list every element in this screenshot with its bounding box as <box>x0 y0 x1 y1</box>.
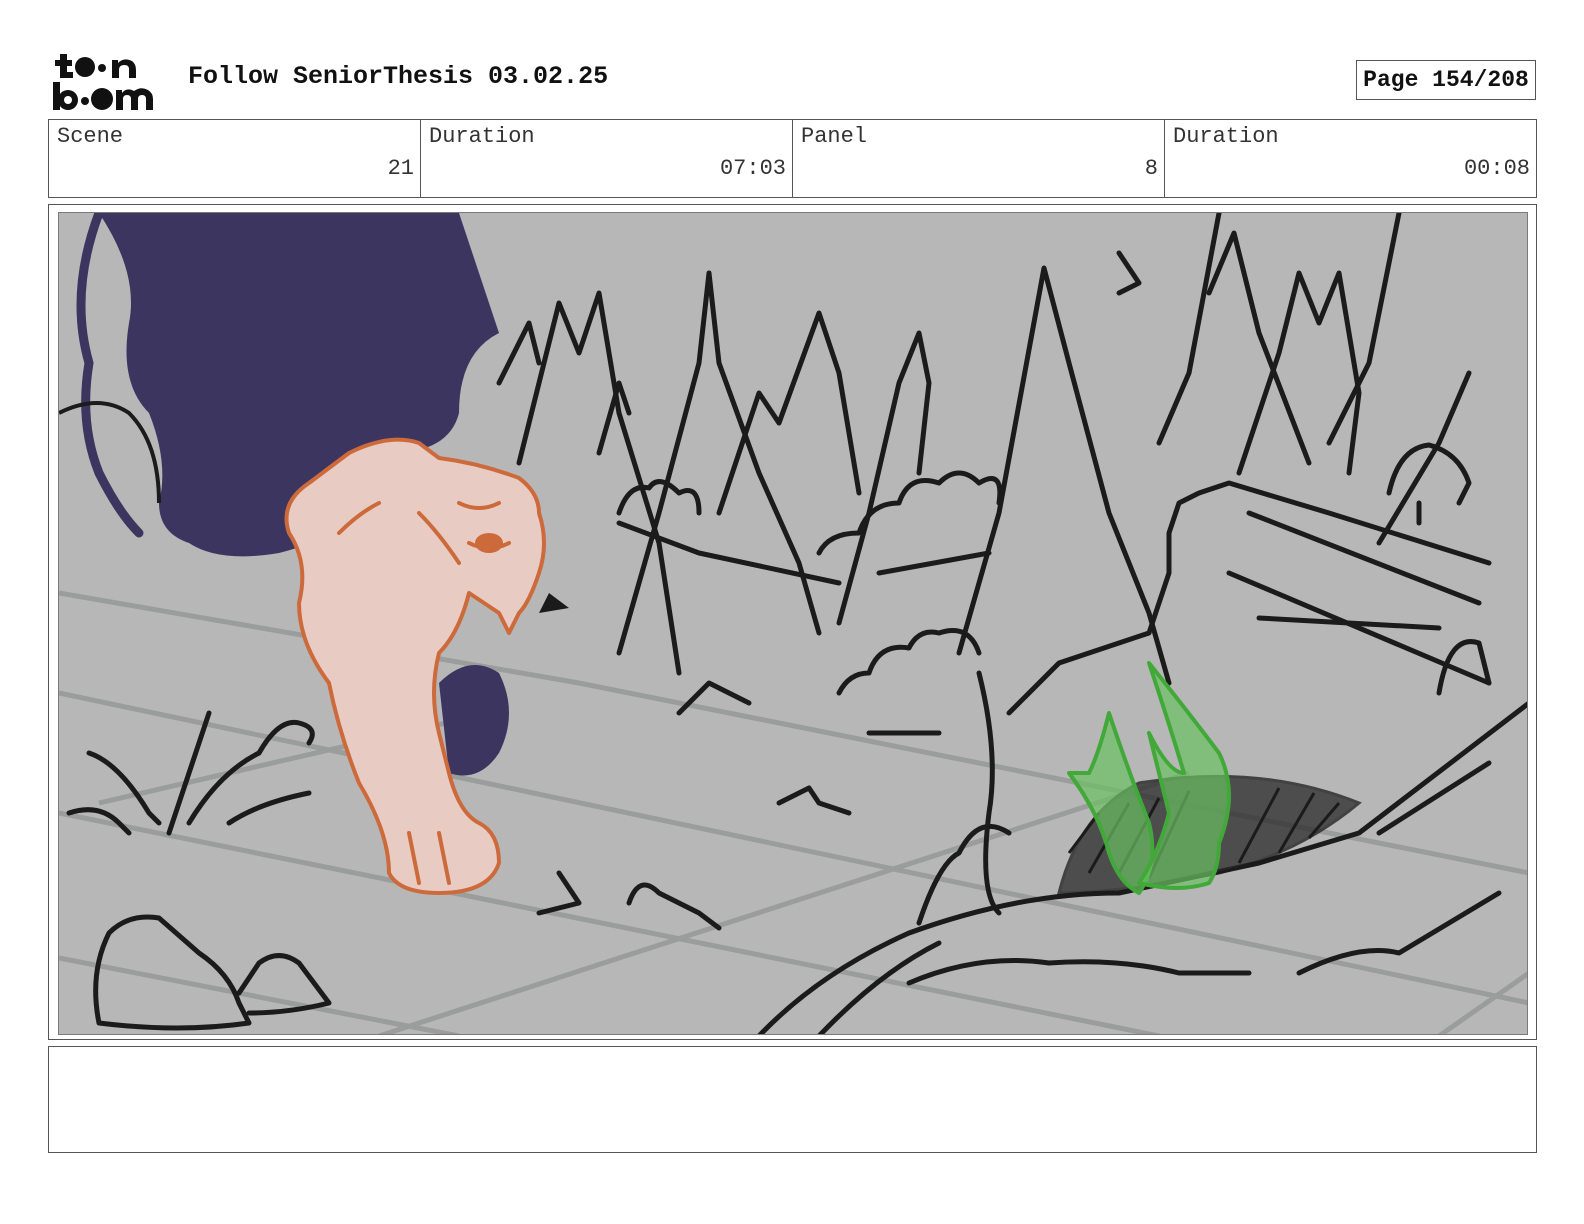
scene-label: Scene <box>57 124 124 149</box>
page-number: Page 154/208 <box>1356 60 1536 100</box>
document-title: Follow SeniorThesis 03.02.25 <box>188 62 609 91</box>
panel-notes-box <box>48 1046 1537 1153</box>
scene-info-row: Scene 21 Duration 07:03 Panel 8 Duration… <box>48 119 1537 198</box>
storyboard-panel-image <box>58 212 1528 1035</box>
panel-cell: Panel 8 <box>793 120 1165 197</box>
toonboom-logo <box>52 52 164 112</box>
panel-label: Panel <box>801 124 868 149</box>
panel-duration-label: Duration <box>1173 124 1279 149</box>
scene-duration-value: 07:03 <box>719 156 786 181</box>
storyboard-drawing <box>59 213 1527 1034</box>
panel-duration-value: 00:08 <box>1463 156 1530 181</box>
panel-value: 8 <box>1144 156 1158 181</box>
scene-cell: Scene 21 <box>49 120 421 197</box>
scene-duration-cell: Duration 07:03 <box>421 120 793 197</box>
scene-value: 21 <box>387 156 414 181</box>
pink-character <box>284 437 546 895</box>
scene-duration-label: Duration <box>429 124 535 149</box>
panel-duration-cell: Duration 00:08 <box>1165 120 1536 197</box>
